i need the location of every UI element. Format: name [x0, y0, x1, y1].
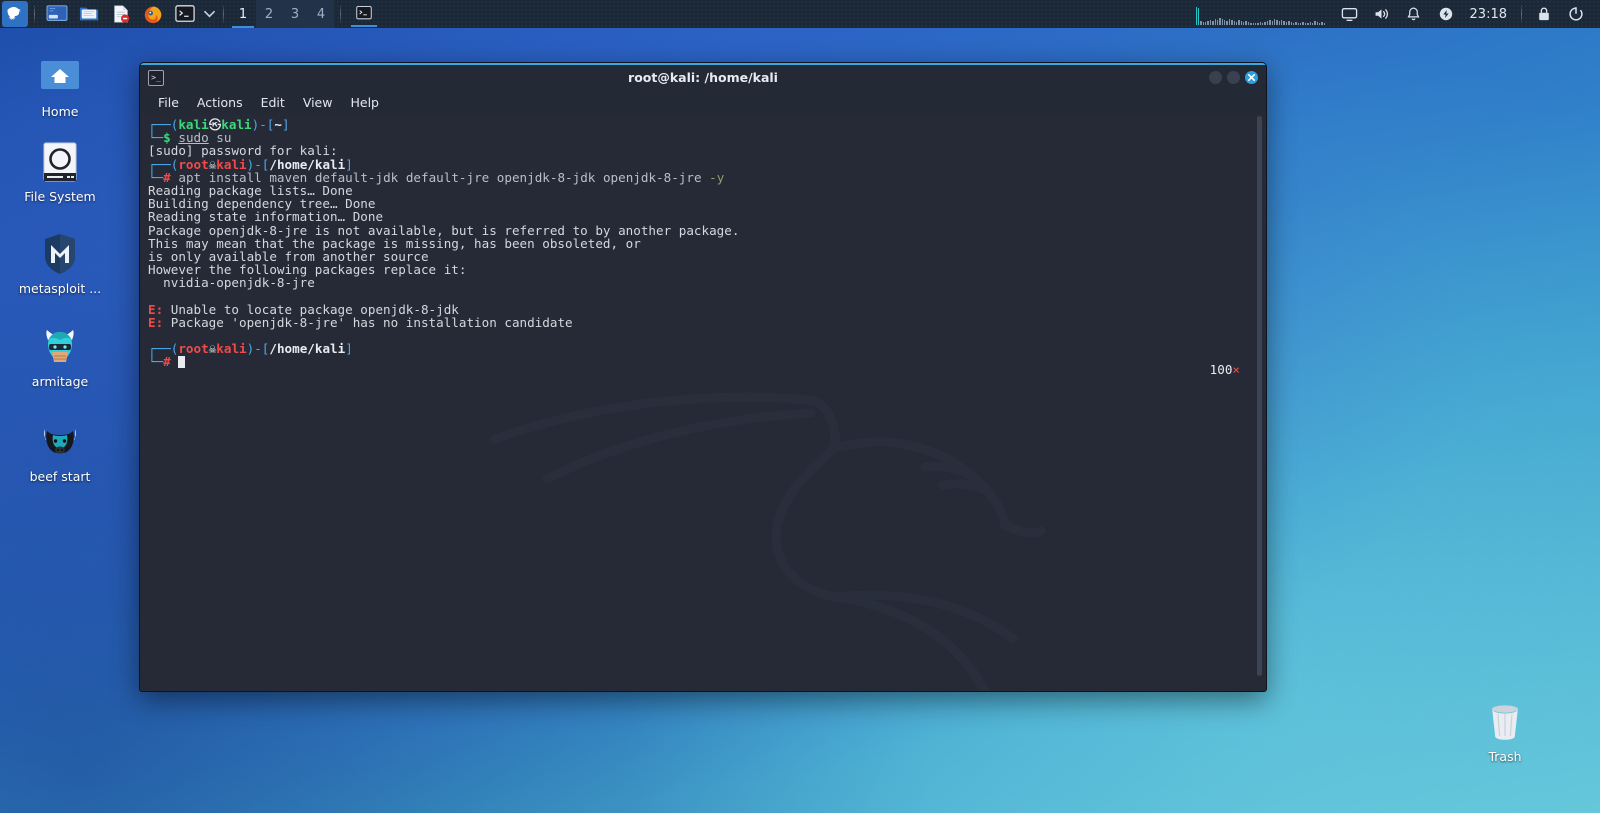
- power-glyph: [1439, 7, 1452, 21]
- desktop-icon-beef-start[interactable]: beef start: [14, 420, 106, 484]
- desktop-icon-home[interactable]: Home: [14, 55, 106, 119]
- show-desktop-icon[interactable]: [44, 1, 70, 27]
- panel-clock[interactable]: 23:18: [1462, 7, 1515, 22]
- metasploit-icon: [38, 232, 82, 276]
- firefox-glyph: [144, 6, 162, 24]
- workspace-switcher: 1 2 3 4: [230, 0, 334, 28]
- workspace-3[interactable]: 3: [282, 0, 308, 28]
- window-controls: [1209, 71, 1266, 84]
- menu-file[interactable]: File: [150, 93, 187, 112]
- terminal-menubar: File Actions Edit View Help: [140, 90, 1266, 114]
- panel-separator-1: [34, 5, 35, 23]
- terminal-line: ┌──(kali㉿kali)-[~]: [148, 117, 290, 132]
- logout-glyph: [1569, 7, 1583, 21]
- kali-dragon-watermark: [490, 392, 1046, 691]
- desktop-icon-label: beef start: [29, 469, 91, 484]
- workspace-1[interactable]: 1: [230, 0, 256, 28]
- taskbar-terminal-icon: [356, 5, 372, 20]
- terminal-scrollbar[interactable]: [1255, 116, 1264, 689]
- exit-status-code: 100: [1209, 362, 1233, 377]
- taskbar-button-terminal[interactable]: [351, 1, 377, 27]
- power-manager-icon[interactable]: [1433, 1, 1459, 27]
- folder-glyph: [79, 7, 99, 21]
- desktop-icon-file-system[interactable]: File System: [14, 140, 106, 204]
- terminal-line: ┌──(root☠kali)-[/home/kali]: [148, 341, 353, 357]
- text-editor-icon[interactable]: [108, 1, 134, 27]
- terminal-body[interactable]: ┌──(kali㉿kali)-[~] └─$ sudo su [sudo] pass…: [140, 114, 1266, 691]
- scrollbar-thumb[interactable]: [1257, 116, 1262, 676]
- desktop-icon-metasploit[interactable]: metasploit ...: [14, 232, 106, 296]
- display-glyph: [1341, 7, 1358, 21]
- chevron-down-icon[interactable]: [201, 1, 217, 27]
- lock-glyph: [1539, 7, 1549, 21]
- minimize-button[interactable]: [1209, 71, 1222, 84]
- terminal-titlebar[interactable]: >_ root@kali: /home/kali: [140, 63, 1266, 90]
- desktop-icon-label: File System: [24, 189, 96, 204]
- desktop-icon-label: Trash: [1488, 749, 1522, 764]
- desktop-icon-label: metasploit ...: [18, 281, 102, 296]
- close-button[interactable]: [1245, 71, 1258, 84]
- terminal-cursor: [178, 356, 186, 369]
- panel-separator-3: [340, 5, 341, 23]
- firefox-icon[interactable]: [140, 1, 166, 27]
- speaker-glyph: [1375, 9, 1388, 19]
- menu-actions[interactable]: Actions: [189, 93, 251, 112]
- top-panel: 1 2 3 4 23:18: [0, 0, 1600, 28]
- desktop-icon-label: Home: [41, 104, 79, 119]
- panel-separator-4: [1521, 5, 1522, 23]
- desktop-root: 1 2 3 4 23:18 Home File System metasploi…: [0, 0, 1600, 813]
- bell-glyph: [1407, 7, 1420, 21]
- log-out-icon[interactable]: [1563, 1, 1589, 27]
- show-desktop-glyph: [46, 5, 68, 21]
- desktop-icon-label: armitage: [31, 374, 89, 389]
- armitage-icon: [38, 325, 82, 369]
- terminal-window-icon: >_: [148, 69, 164, 86]
- terminal-window[interactable]: >_ root@kali: /home/kali File Actions Ed…: [139, 62, 1267, 692]
- terminal-output: ┌──(kali㉿kali)-[~] └─$ sudo su [sudo] pass…: [148, 118, 1242, 369]
- beef-bull-icon: [38, 420, 82, 464]
- system-tray: 23:18: [1195, 0, 1600, 28]
- lock-screen-icon[interactable]: [1531, 1, 1557, 27]
- workspace-2[interactable]: 2: [256, 0, 282, 28]
- document-glyph: [114, 5, 130, 23]
- desktop-icon-trash[interactable]: Trash: [1459, 700, 1551, 764]
- harddisk-icon: [38, 140, 82, 184]
- terminal-line: └─#: [148, 355, 1242, 368]
- menu-help[interactable]: Help: [342, 93, 387, 112]
- chevron-glyph: [203, 10, 215, 18]
- menu-view[interactable]: View: [295, 93, 341, 112]
- terminal-line: E: Package 'openjdk-8-jre' has no instal…: [148, 314, 573, 330]
- display-icon[interactable]: [1337, 1, 1363, 27]
- panel-separator-2: [223, 5, 224, 23]
- terminal-glyph: [175, 5, 195, 22]
- menu-edit[interactable]: Edit: [253, 93, 293, 112]
- notification-bell-icon[interactable]: [1401, 1, 1427, 27]
- kali-dragon-icon: [7, 7, 21, 21]
- desktop-icon-armitage[interactable]: armitage: [14, 325, 106, 389]
- exit-status: 100×: [1210, 362, 1240, 377]
- file-manager-icon[interactable]: [76, 1, 102, 27]
- home-folder-icon: [38, 55, 82, 99]
- kali-dragon-menu-button[interactable]: [2, 1, 28, 27]
- trash-can-icon: [1483, 700, 1527, 744]
- volume-icon[interactable]: [1369, 1, 1395, 27]
- panel-left-group: 1 2 3 4: [0, 0, 377, 28]
- close-icon: [1247, 73, 1256, 82]
- workspace-4[interactable]: 4: [308, 0, 334, 28]
- terminal-line: nvidia-openjdk-8-jre: [148, 275, 315, 291]
- exit-status-marker: ×: [1232, 362, 1240, 377]
- terminal-icon[interactable]: [172, 1, 198, 27]
- maximize-button[interactable]: [1227, 71, 1240, 84]
- terminal-title: root@kali: /home/kali: [628, 70, 778, 85]
- cpu-graph-monitor[interactable]: [1195, 3, 1326, 25]
